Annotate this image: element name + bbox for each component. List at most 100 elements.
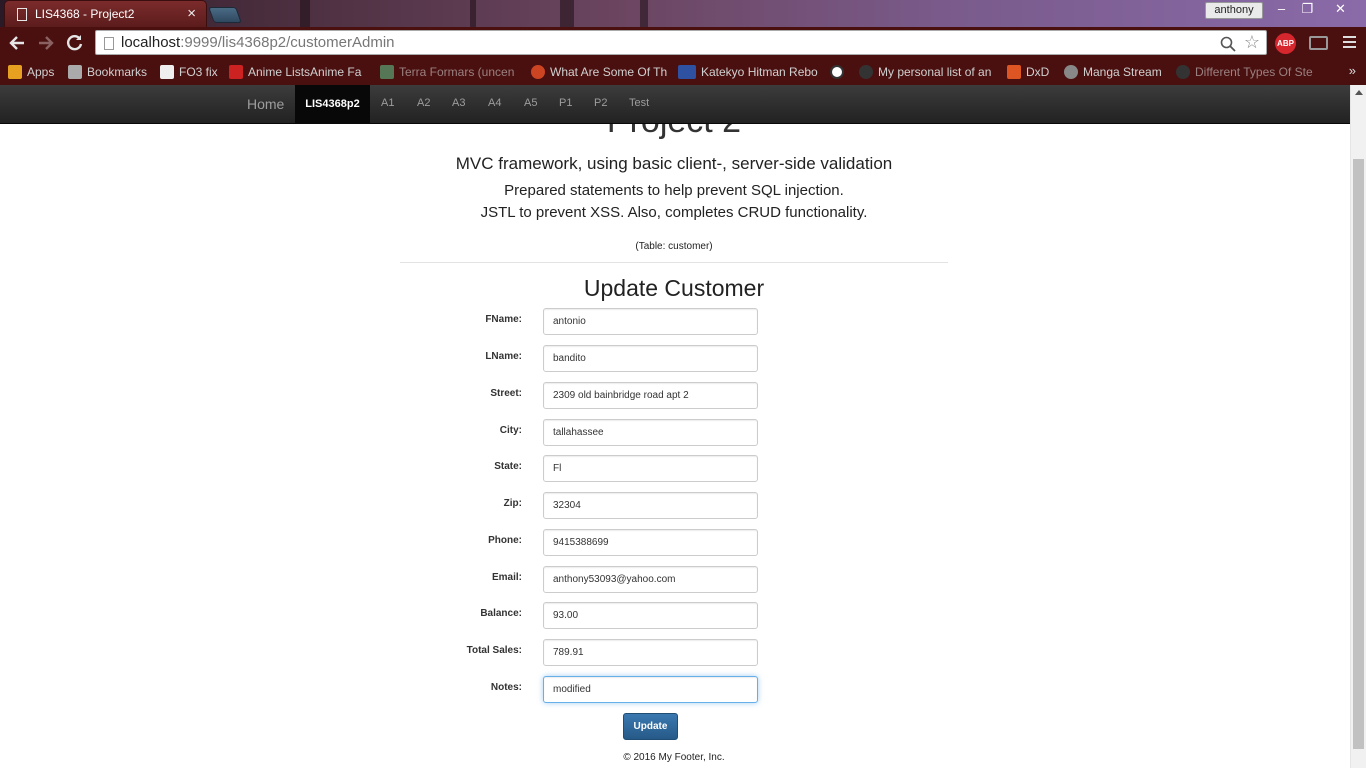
restore-button[interactable]: ❐ [1294, 0, 1321, 18]
nav-link-a1[interactable]: A1 [381, 97, 394, 109]
form-row-lname: LName: [400, 345, 948, 372]
balance-label: Balance: [480, 608, 522, 619]
form-row-zip: Zip: [400, 492, 948, 519]
nav-link-lis4368p2[interactable]: LIS4368p2 [295, 85, 370, 124]
nav-link-a2[interactable]: A2 [417, 97, 430, 109]
bookmark-label: What Are Some Of Th [550, 65, 668, 79]
browser-toolbar: localhost:9999/lis4368p2/customerAdmin ☆ [0, 27, 1366, 59]
email-input[interactable] [543, 566, 758, 593]
bookmark-label: Bookmarks [87, 65, 148, 79]
back-arrow-icon [9, 36, 24, 50]
bookmark-manga-stream[interactable]: Manga Stream [1064, 63, 1162, 81]
email-label: Email: [491, 572, 522, 583]
bookmark-personal-list[interactable]: My personal list of an [859, 63, 991, 81]
update-button[interactable]: Update [623, 713, 678, 740]
zip-label: Zip: [503, 498, 522, 509]
bookmark-fo3-fix[interactable]: FO3 fix [160, 63, 218, 81]
total-sales-input[interactable] [543, 639, 758, 666]
bookmark-what-are-some[interactable]: What Are Some Of Th [531, 63, 667, 81]
street-input[interactable] [543, 382, 758, 409]
bookmark-label: FO3 fix [179, 65, 218, 79]
bookmark-target[interactable] [830, 63, 849, 81]
state-input[interactable] [543, 455, 758, 482]
close-window-button[interactable]: ✕ [1327, 0, 1354, 18]
bookmark-bookmarks[interactable]: Bookmarks [68, 63, 147, 81]
form-row-email: Email: [400, 566, 948, 593]
background-decoration [560, 0, 574, 27]
form-row-state: State: [400, 455, 948, 482]
bookmark-label: My personal list of an [878, 65, 992, 79]
notes-input[interactable] [543, 676, 758, 703]
bookmark-label: Terra Formars (uncen [399, 65, 515, 79]
bookmark-label: Different Types Of Ste [1195, 65, 1313, 79]
form-row-balance: Balance: [400, 602, 948, 629]
city-input[interactable] [543, 419, 758, 446]
scroll-up-icon[interactable] [1355, 90, 1363, 95]
page-icon [17, 8, 27, 21]
forward-arrow-icon [39, 36, 54, 50]
reload-icon [66, 34, 83, 51]
bookmark-anime-lists[interactable]: Anime ListsAnime Fa [229, 63, 361, 81]
nav-link-test[interactable]: Test [629, 97, 649, 109]
new-tab-button[interactable] [208, 7, 242, 23]
browser-menu-icon[interactable] [1343, 36, 1356, 50]
nav-link-p2[interactable]: P2 [594, 97, 607, 109]
browser-tab-active[interactable]: LIS4368 - Project2 × [4, 0, 207, 27]
nav-link-a3[interactable]: A3 [452, 97, 465, 109]
address-bar[interactable]: localhost:9999/lis4368p2/customerAdmin ☆ [95, 30, 1267, 55]
bookmark-star-icon[interactable]: ☆ [1244, 32, 1260, 53]
total-sales-label: Total Sales: [466, 645, 522, 656]
nav-home-link[interactable]: Home [247, 96, 284, 112]
nav-link-p1[interactable]: P1 [559, 97, 572, 109]
reload-button[interactable] [62, 30, 88, 56]
form-row-phone: Phone: [400, 529, 948, 556]
bookmarks-bar: Apps Bookmarks FO3 fix Anime ListsAnime … [0, 59, 1366, 85]
cast-icon[interactable] [1309, 36, 1328, 50]
target-icon [830, 65, 844, 79]
profile-button[interactable]: anthony [1205, 2, 1263, 19]
lname-input[interactable] [543, 345, 758, 372]
bookmark-katekyo[interactable]: Katekyo Hitman Rebo [678, 63, 818, 81]
table-note: (Table: customer) [635, 241, 713, 252]
adblock-plus-icon[interactable]: ABP [1275, 33, 1296, 54]
bookmark-label: Anime ListsAnime Fa [248, 65, 362, 79]
anime-lists-icon [229, 65, 243, 79]
page-subtitle: MVC framework, using basic client-, serv… [455, 154, 893, 173]
lname-label: LName: [485, 351, 522, 362]
vertical-scrollbar[interactable] [1350, 85, 1366, 768]
tab-title: LIS4368 - Project2 [35, 7, 135, 21]
shield-icon [1176, 65, 1190, 79]
browser-title-bar: LIS4368 - Project2 × anthony – ❐ ✕ [0, 0, 1366, 27]
flame-icon [1007, 65, 1021, 79]
bookmark-terra-formars[interactable]: Terra Formars (uncen [380, 63, 514, 81]
nav-link-a5[interactable]: A5 [524, 97, 537, 109]
page-viewport: Project 2 MVC framework, using basic cli… [0, 85, 1366, 768]
quora-icon [531, 65, 545, 79]
bookmark-different-types[interactable]: Different Types Of Ste [1176, 63, 1313, 81]
back-button[interactable] [4, 30, 30, 56]
nav-link-a4[interactable]: A4 [488, 97, 501, 109]
url-path: :9999/lis4368p2/customerAdmin [180, 34, 395, 51]
street-label: Street: [490, 388, 522, 399]
bookmark-dxd[interactable]: DxD [1007, 63, 1049, 81]
background-decoration [470, 0, 476, 27]
zip-input[interactable] [543, 492, 758, 519]
close-tab-icon[interactable]: × [187, 5, 196, 22]
bookmark-apps[interactable]: Apps [8, 63, 54, 81]
phone-input[interactable] [543, 529, 758, 556]
background-decoration [640, 0, 648, 27]
fname-input[interactable] [543, 308, 758, 335]
more-bookmarks-button[interactable]: » [1349, 63, 1356, 78]
state-label: State: [494, 461, 522, 472]
minimize-button[interactable]: – [1268, 0, 1295, 18]
balance-input[interactable] [543, 602, 758, 629]
mal-icon [678, 65, 696, 79]
zoom-icon[interactable] [1220, 33, 1236, 57]
form-row-city: City: [400, 419, 948, 446]
forward-button[interactable] [33, 30, 59, 56]
manga-stream-icon [1064, 65, 1078, 79]
description-line-1: Prepared statements to help prevent SQL … [504, 182, 844, 199]
scrollbar-thumb[interactable] [1353, 159, 1364, 749]
page-icon [104, 37, 114, 50]
form-row-notes: Notes: [400, 676, 948, 703]
